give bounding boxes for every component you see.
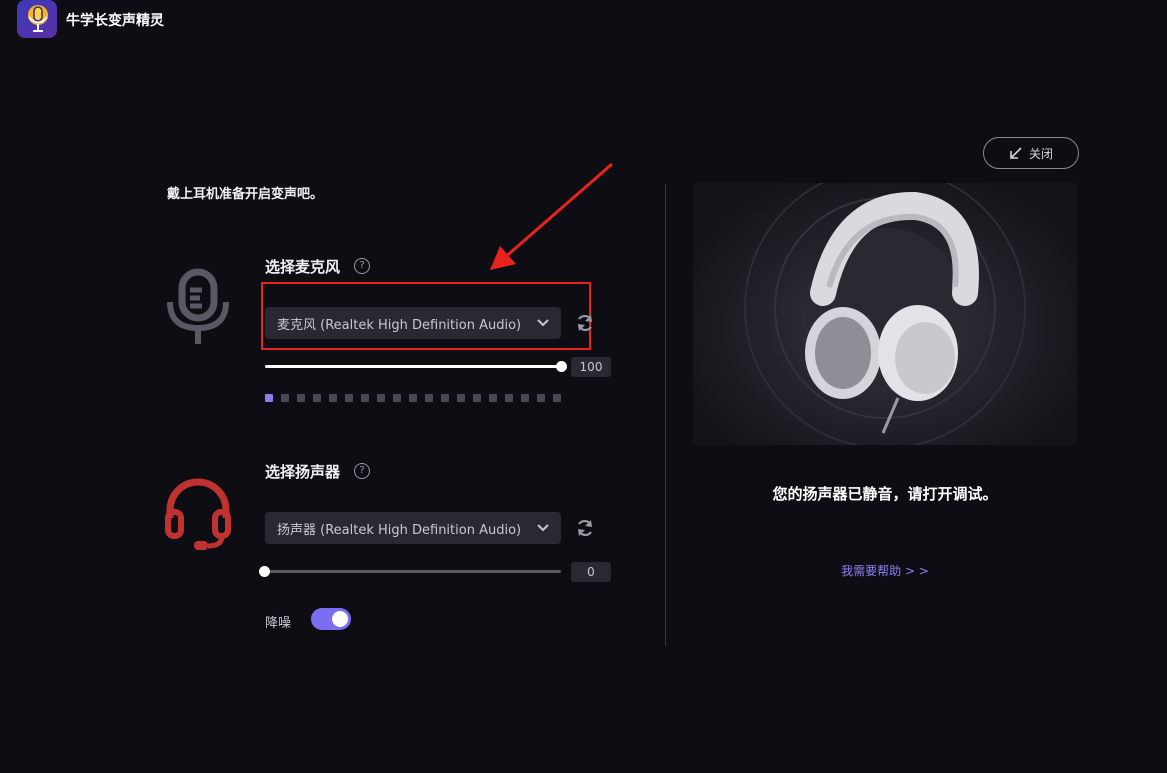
meter-bar — [553, 394, 561, 402]
chevron-down-icon — [537, 524, 549, 532]
meter-bar — [265, 394, 273, 402]
app-title: 牛学长变声精灵 — [66, 13, 164, 29]
speaker-volume-track — [265, 570, 561, 573]
noise-reduction-label: 降噪 — [265, 616, 292, 631]
mic-help-icon[interactable]: ? — [354, 258, 370, 274]
speaker-refresh-icon[interactable] — [575, 518, 595, 538]
speaker-volume-value[interactable]: 0 — [571, 562, 611, 582]
headphone-image — [744, 183, 1026, 445]
speaker-device-select[interactable]: 扬声器 (Realtek High Definition Audio) — [265, 512, 561, 544]
close-button-label: 关闭 — [1028, 146, 1053, 161]
meter-bar — [361, 394, 369, 402]
mic-device-select[interactable]: 麦克风 (Realtek High Definition Audio) — [265, 307, 561, 339]
speaker-volume-slider[interactable] — [259, 566, 561, 577]
mic-volume-slider[interactable] — [265, 361, 567, 372]
arrow-down-left-icon — [1010, 147, 1022, 159]
meter-bar — [281, 394, 289, 402]
meter-bar — [473, 394, 481, 402]
meter-bar — [393, 394, 401, 402]
meter-bar — [457, 394, 465, 402]
mic-section-title: 选择麦克风 — [265, 258, 341, 276]
meter-bar — [441, 394, 449, 402]
speaker-volume-thumb[interactable] — [259, 566, 270, 577]
microphone-icon — [167, 268, 229, 344]
meter-bar — [537, 394, 545, 402]
meter-bar — [489, 394, 497, 402]
annotation-arrow-icon — [490, 162, 613, 270]
mic-volume-thumb[interactable] — [556, 361, 567, 372]
microphone-logo-icon — [28, 5, 48, 32]
mic-refresh-icon[interactable] — [575, 313, 595, 333]
panel-divider — [665, 184, 666, 646]
close-button[interactable]: 关闭 — [983, 137, 1079, 169]
meter-bar — [297, 394, 305, 402]
meter-bar — [409, 394, 417, 402]
noise-reduction-toggle[interactable] — [311, 608, 351, 630]
headset-icon — [165, 478, 231, 550]
speaker-help-icon[interactable]: ? — [354, 463, 370, 479]
meter-bar — [425, 394, 433, 402]
mic-volume-fill — [265, 365, 561, 368]
meter-bar — [313, 394, 321, 402]
meter-bar — [329, 394, 337, 402]
mic-device-label: 麦克风 (Realtek High Definition Audio) — [277, 317, 522, 333]
meter-bar — [345, 394, 353, 402]
speaker-section-title: 选择扬声器 — [265, 463, 341, 481]
chevron-down-icon — [537, 319, 549, 327]
meter-bar — [377, 394, 385, 402]
speaker-device-label: 扬声器 (Realtek High Definition Audio) — [277, 522, 522, 538]
meter-bar — [505, 394, 513, 402]
mic-volume-value[interactable]: 100 — [571, 357, 611, 377]
headphone-preview-image — [693, 183, 1077, 445]
intro-text: 戴上耳机准备开启变声吧。 — [167, 187, 324, 202]
speaker-muted-message: 您的扬声器已静音，请打开调试。 — [772, 485, 998, 503]
meter-bar — [521, 394, 529, 402]
help-link[interactable]: 我需要帮助 > > — [693, 562, 1077, 579]
app-logo — [17, 0, 57, 38]
mic-level-meter — [265, 394, 561, 402]
